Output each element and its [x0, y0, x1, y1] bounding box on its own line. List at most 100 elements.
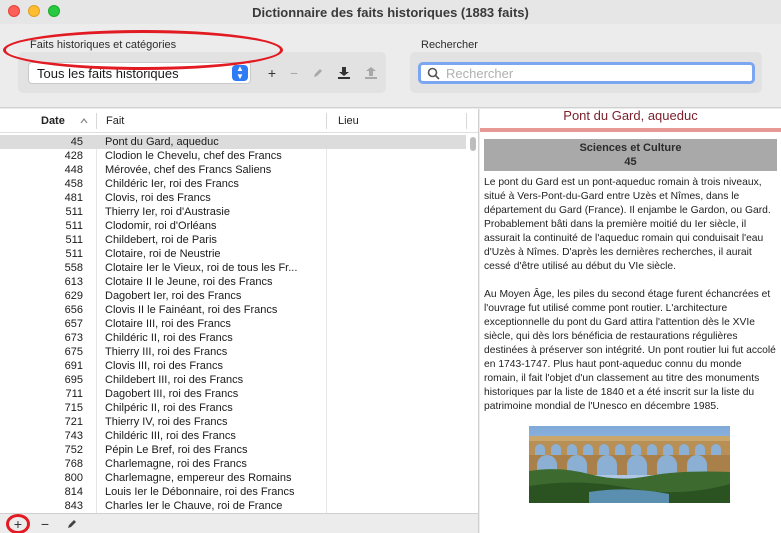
- remove-category-button[interactable]: −: [285, 64, 303, 82]
- edit-fact-button[interactable]: [63, 516, 81, 532]
- cell-fait: Clodion le Chevelu, chef des Francs: [105, 150, 282, 162]
- cell-date: 428: [64, 150, 83, 162]
- search-field[interactable]: [418, 62, 755, 84]
- table-row[interactable]: 715 Chilpéric II, roi des Francs: [0, 401, 466, 415]
- detail-pane: Pont du Gard, aqueduc Sciences et Cultur…: [480, 109, 781, 533]
- table-row[interactable]: 711 Dagobert III, roi des Francs: [0, 387, 466, 401]
- column-divider[interactable]: [466, 113, 467, 129]
- cell-fait: Childéric Ier, roi des Francs: [105, 178, 239, 190]
- edit-category-button[interactable]: [309, 64, 327, 82]
- column-header-date[interactable]: Date: [41, 109, 65, 133]
- window-controls: [8, 5, 60, 17]
- cell-fait: Childebert, roi de Paris: [105, 234, 217, 246]
- table-row[interactable]: 691 Clovis III, roi des Francs: [0, 359, 466, 373]
- column-divider[interactable]: [96, 113, 97, 129]
- cell-date: 448: [64, 164, 83, 176]
- cell-fait: Chilpéric II, roi des Francs: [105, 402, 233, 414]
- table-row[interactable]: 800 Charlemagne, empereur des Romains: [0, 471, 466, 485]
- cell-date: 695: [64, 374, 83, 386]
- import-button[interactable]: [335, 64, 353, 82]
- export-button[interactable]: [362, 64, 380, 82]
- add-category-button[interactable]: +: [263, 64, 281, 82]
- toolbar: Faits historiques et catégories Tous les…: [0, 24, 781, 108]
- table-row[interactable]: 743 Childéric III, roi des Francs: [0, 429, 466, 443]
- table-row[interactable]: 814 Louis Ier le Débonnaire, roi des Fran…: [0, 485, 466, 499]
- table-row[interactable]: 613 Clotaire II le Jeune, roi des Francs: [0, 275, 466, 289]
- cell-date: 673: [64, 332, 83, 344]
- cell-date: 715: [64, 402, 83, 414]
- table-body: 45 Pont du Gard, aqueduc 428 Clodion le Che…: [0, 135, 466, 513]
- table-row[interactable]: 721 Thierry IV, roi des Francs: [0, 415, 466, 429]
- download-icon: [338, 67, 350, 79]
- table-row[interactable]: 448 Mérovée, chef des Francs Saliens: [0, 163, 466, 177]
- close-window-button[interactable]: [8, 5, 20, 17]
- cell-date: 800: [64, 472, 83, 484]
- table-row[interactable]: 511 Clotaire, roi de Neustrie: [0, 247, 466, 261]
- cell-fait: Clotaire, roi de Neustrie: [105, 248, 221, 260]
- table-row[interactable]: 695 Childebert III, roi des Francs: [0, 373, 466, 387]
- table-row[interactable]: 428 Clodion le Chevelu, chef des Francs: [0, 149, 466, 163]
- cell-fait: Charlemagne, empereur des Romains: [105, 472, 292, 484]
- cell-date: 691: [64, 360, 83, 372]
- minimize-window-button[interactable]: [28, 5, 40, 17]
- scrollbar-thumb[interactable]: [470, 137, 476, 151]
- cell-fait: Childéric II, roi des Francs: [105, 332, 233, 344]
- detail-paragraph: Le pont du Gard est un pont-aqueduc roma…: [484, 177, 771, 272]
- table-row[interactable]: 629 Dagobert Ier, roi des Francs: [0, 289, 466, 303]
- table-row[interactable]: 657 Clotaire III, roi des Francs: [0, 317, 466, 331]
- window-title: Dictionnaire des faits historiques (1883…: [252, 4, 529, 20]
- table-row[interactable]: 843 Charles Ier le Chauve, roi de France: [0, 499, 466, 513]
- column-header-lieu[interactable]: Lieu: [338, 109, 359, 133]
- cell-date: 721: [64, 416, 83, 428]
- cell-date: 511: [65, 206, 83, 218]
- upload-icon: [365, 67, 377, 79]
- cell-fait: Clovis II le Fainéant, roi des Francs: [105, 304, 278, 316]
- detail-paragraph: Au Moyen Âge, les piles du second étage …: [484, 289, 776, 412]
- column-header-fait[interactable]: Fait: [106, 109, 124, 133]
- cell-date: 629: [64, 290, 83, 302]
- category-popup[interactable]: Tous les faits historiques ▲ ▼: [28, 62, 251, 84]
- cell-fait: Clovis, roi des Francs: [105, 192, 211, 204]
- table-header: Date Fait Lieu: [0, 109, 478, 133]
- column-divider[interactable]: [326, 113, 327, 129]
- table-row[interactable]: 511 Childebert, roi de Paris: [0, 233, 466, 247]
- table-row[interactable]: 768 Charlemagne, roi des Francs: [0, 457, 466, 471]
- cell-date: 768: [64, 458, 83, 470]
- cell-date: 481: [64, 192, 83, 204]
- cell-date: 843: [64, 500, 83, 512]
- cell-fait: Clodomir, roi d'Orléans: [105, 220, 217, 232]
- vertical-scrollbar[interactable]: [468, 135, 478, 513]
- table-row[interactable]: 752 Pépin Le Bref, roi des Francs: [0, 443, 466, 457]
- detail-year: 45: [624, 156, 637, 168]
- cell-date: 752: [64, 444, 83, 456]
- cell-fait: Mérovée, chef des Francs Saliens: [105, 164, 272, 176]
- table-row[interactable]: 656 Clovis II le Fainéant, roi des Francs: [0, 303, 466, 317]
- sort-ascending-icon: [80, 118, 88, 124]
- pencil-icon: [314, 69, 322, 77]
- table-row[interactable]: 511 Thierry Ier, roi d'Austrasie: [0, 205, 466, 219]
- plus-icon: +: [13, 516, 23, 532]
- table-row[interactable]: 558 Clotaire Ier le Vieux, roi de tous le…: [0, 261, 466, 275]
- cell-fait: Thierry III, roi des Francs: [105, 346, 228, 358]
- table-row[interactable]: 675 Thierry III, roi des Francs: [0, 345, 466, 359]
- table-row[interactable]: 458 Childéric Ier, roi des Francs: [0, 177, 466, 191]
- table-row[interactable]: 511 Clodomir, roi d'Orléans: [0, 219, 466, 233]
- detail-category: Sciences et Culture: [579, 142, 682, 154]
- table-row[interactable]: 481 Clovis, roi des Francs: [0, 191, 466, 205]
- category-popup-value: Tous les faits historiques: [37, 65, 179, 81]
- chevron-updown-icon: ▲ ▼: [232, 65, 248, 81]
- add-fact-button[interactable]: +: [9, 516, 27, 532]
- detail-title: Pont du Gard, aqueduc: [563, 109, 698, 123]
- table-row[interactable]: 673 Childéric II, roi des Francs: [0, 331, 466, 345]
- zoom-window-button[interactable]: [48, 5, 60, 17]
- pont-du-gard-photo: [529, 426, 730, 503]
- cell-fait: Louis Ier le Débonnaire, roi des Francs: [105, 486, 295, 498]
- category-group-label: Faits historiques et catégories: [30, 39, 177, 51]
- cell-date: 45: [70, 136, 83, 148]
- search-input[interactable]: [446, 65, 736, 81]
- detail-category-box: Sciences et Culture 45: [484, 139, 777, 171]
- cell-fait: Charlemagne, roi des Francs: [105, 458, 247, 470]
- table-row[interactable]: 45 Pont du Gard, aqueduc: [0, 135, 466, 149]
- remove-fact-button[interactable]: −: [36, 516, 54, 532]
- cell-fait: Pont du Gard, aqueduc: [105, 136, 219, 148]
